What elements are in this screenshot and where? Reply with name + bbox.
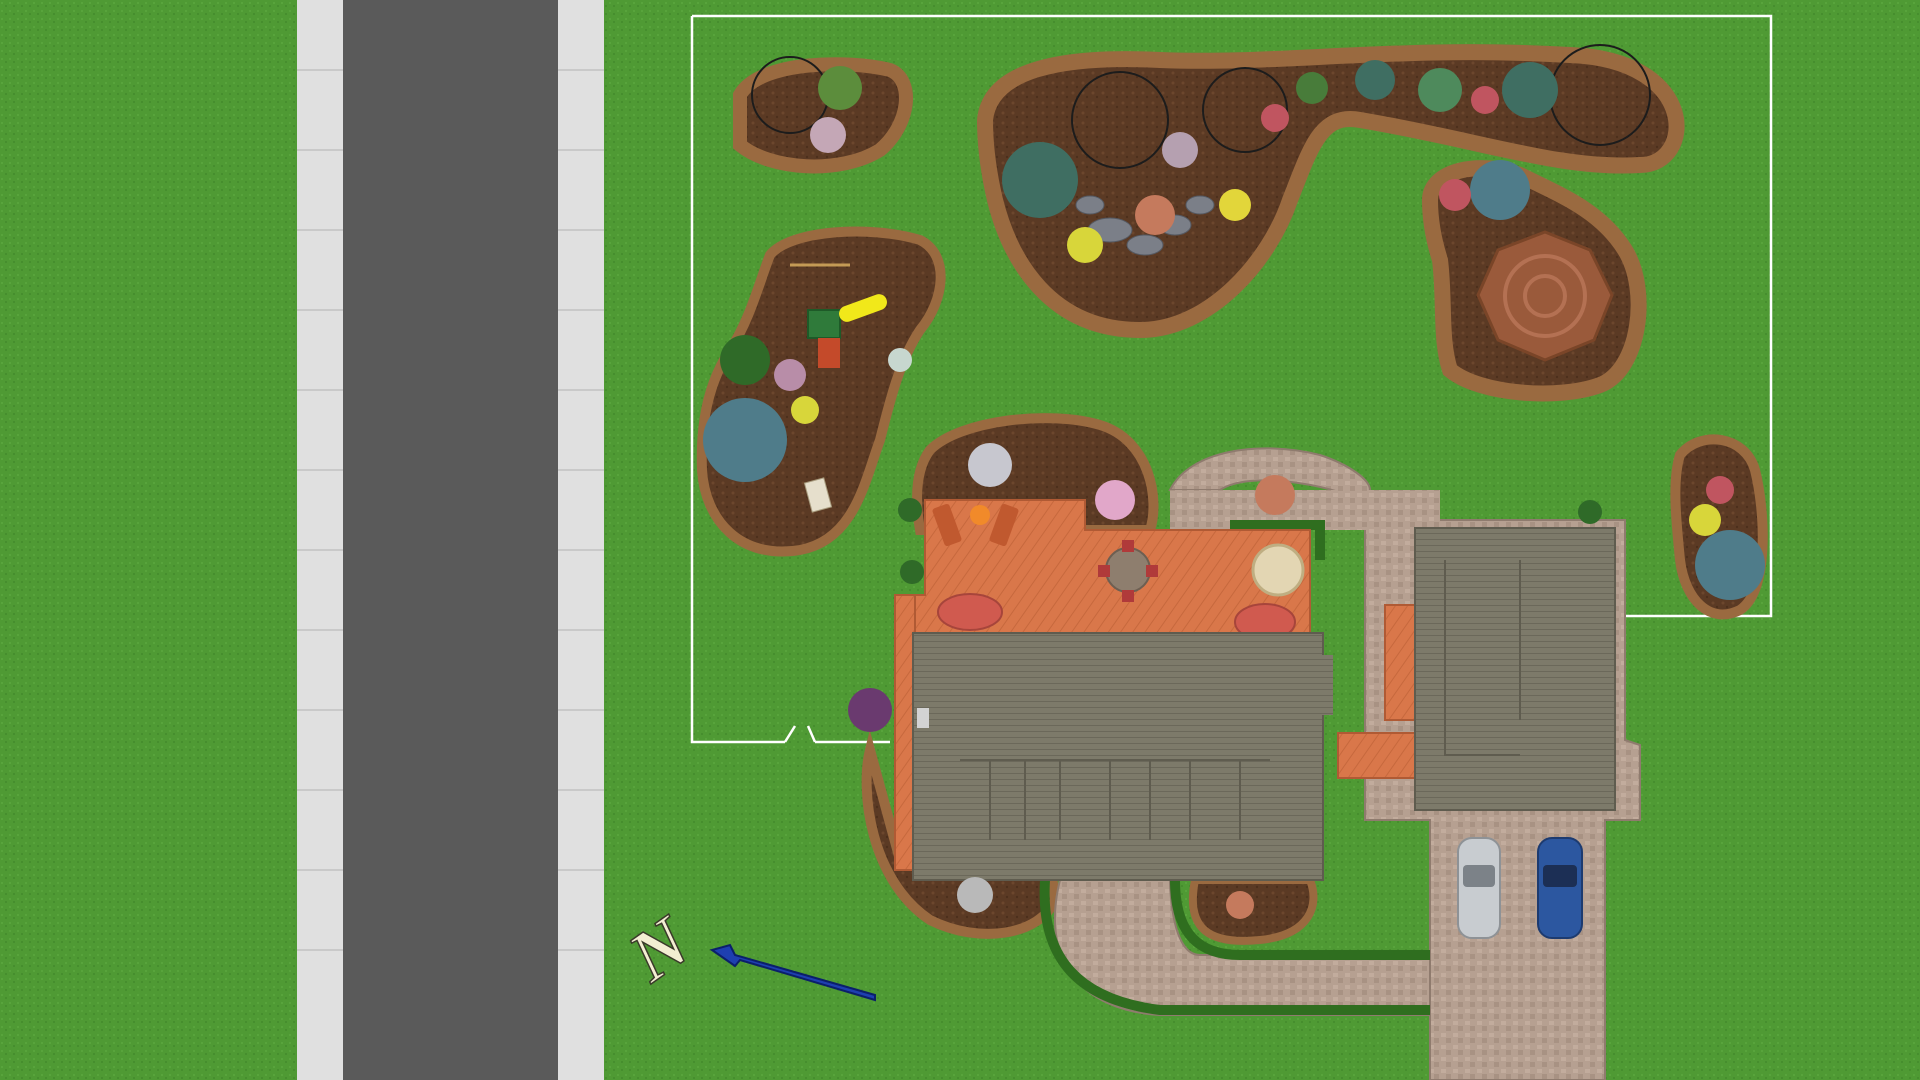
flower-10[interactable]: [1095, 480, 1135, 520]
shrub-4[interactable]: [1418, 68, 1462, 112]
side-deck[interactable]: [1384, 604, 1418, 721]
flower-1[interactable]: [810, 117, 846, 153]
chair-a[interactable]: [1098, 565, 1110, 577]
conifer-3[interactable]: [1470, 160, 1530, 220]
flower-14[interactable]: [957, 877, 993, 913]
garage: [1414, 527, 1616, 811]
bed-front-east[interactable]: [1188, 876, 1318, 945]
chair-b[interactable]: [1146, 565, 1158, 577]
flower-8[interactable]: [888, 348, 912, 372]
shrub-6[interactable]: [898, 498, 922, 522]
flower-12[interactable]: [848, 688, 892, 732]
flower-yellow-1[interactable]: [1067, 227, 1103, 263]
shrub-1[interactable]: [818, 66, 862, 110]
sidewalk-right[interactable]: [558, 0, 604, 1080]
flower-13[interactable]: [1706, 476, 1734, 504]
street-group: [297, 0, 604, 1080]
flower-7[interactable]: [774, 359, 806, 391]
car-silver-windshield: [1463, 865, 1495, 887]
chimney[interactable]: [917, 708, 929, 728]
flower-3[interactable]: [1162, 132, 1198, 168]
flower-yellow-4[interactable]: [1689, 504, 1721, 536]
shrub-5[interactable]: [720, 335, 770, 385]
deck-landing[interactable]: [1337, 732, 1419, 779]
patio-table[interactable]: [1105, 547, 1151, 593]
conifer-2[interactable]: [1502, 62, 1558, 118]
chair-d[interactable]: [1122, 590, 1134, 602]
play-ladder[interactable]: [818, 338, 840, 368]
flower-5[interactable]: [1471, 86, 1499, 114]
flower-9[interactable]: [968, 443, 1012, 487]
conifer-1[interactable]: [1002, 142, 1078, 218]
flower-yellow-3[interactable]: [791, 396, 819, 424]
flower-yellow-2[interactable]: [1219, 189, 1251, 221]
flower-11[interactable]: [1255, 475, 1295, 515]
chair-c[interactable]: [1122, 540, 1134, 552]
conifer-4[interactable]: [703, 398, 787, 482]
car-blue[interactable]: [1537, 837, 1583, 939]
fire-pit[interactable]: [1251, 543, 1305, 597]
house: [912, 632, 1333, 881]
shrub-3[interactable]: [1355, 60, 1395, 100]
conifer-5[interactable]: [1695, 530, 1765, 600]
flower-4[interactable]: [1261, 104, 1289, 132]
flower-6[interactable]: [1439, 179, 1471, 211]
shrub-8[interactable]: [1578, 500, 1602, 524]
play-house[interactable]: [807, 309, 841, 339]
shrub-2[interactable]: [1296, 72, 1328, 104]
house-roof-bump[interactable]: [1318, 655, 1333, 715]
street[interactable]: [343, 0, 558, 1080]
gazebo[interactable]: [1476, 230, 1614, 362]
car-silver[interactable]: [1457, 837, 1501, 939]
house-roof[interactable]: [912, 632, 1324, 881]
sidewalk-left[interactable]: [297, 0, 343, 1080]
side-table[interactable]: [970, 505, 990, 525]
flower-15[interactable]: [1226, 891, 1254, 919]
flower-2[interactable]: [1135, 195, 1175, 235]
landscape-plan-canvas[interactable]: N: [0, 0, 1920, 1080]
car-blue-windshield: [1543, 865, 1577, 887]
shrub-7[interactable]: [900, 560, 924, 584]
rug-west[interactable]: [937, 593, 1003, 631]
